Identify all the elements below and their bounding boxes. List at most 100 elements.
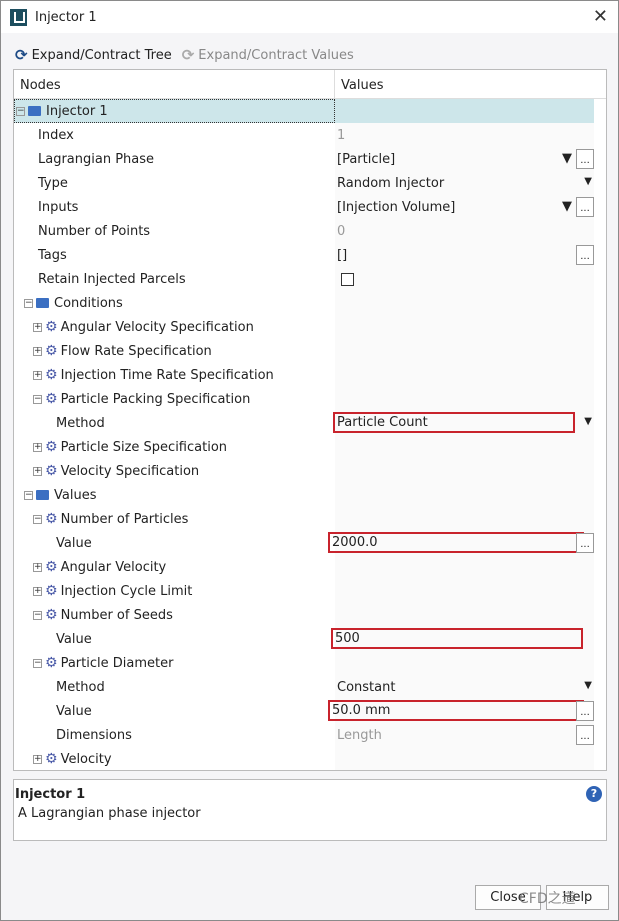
node-cell[interactable]: + ⚙ Velocity Specification <box>14 459 335 483</box>
expand-contract-values-button[interactable]: ⟳ Expand/Contract Values <box>182 46 354 64</box>
table-row[interactable]: + ⚙ Velocity <box>14 747 606 770</box>
highlighted-value-field[interactable]: 50.0 mm <box>328 700 584 721</box>
table-row[interactable]: Value 2000.0... <box>14 531 606 555</box>
value-cell[interactable] <box>335 603 594 627</box>
node-cell[interactable]: Value <box>14 699 335 723</box>
table-row[interactable]: − ⚙ Number of Seeds <box>14 603 606 627</box>
value-text[interactable]: [] <box>337 248 347 263</box>
table-row[interactable]: Value 50.0 mm... <box>14 699 606 723</box>
node-cell[interactable]: Retain Injected Parcels <box>14 267 335 291</box>
value-cell[interactable] <box>335 339 594 363</box>
node-cell[interactable]: Value <box>14 627 335 651</box>
value-cell[interactable]: 500 <box>331 627 594 651</box>
ellipsis-button[interactable]: ... <box>576 725 594 745</box>
value-cell[interactable]: 0 <box>335 219 594 243</box>
table-row[interactable]: + ⚙ Injection Cycle Limit <box>14 579 606 603</box>
collapse-toggle-icon[interactable]: − <box>24 490 33 500</box>
node-cell[interactable]: − ⚙ Particle Diameter <box>14 651 335 675</box>
table-row[interactable]: + ⚙ Angular Velocity Specification <box>14 315 606 339</box>
node-cell[interactable]: Tags <box>14 243 335 267</box>
table-row[interactable]: Inputs [Injection Volume] ▼... <box>14 195 606 219</box>
table-row[interactable]: Tags []... <box>14 243 606 267</box>
expand-toggle-icon[interactable]: + <box>33 346 42 356</box>
chevron-down-icon[interactable]: ▼ <box>584 176 592 187</box>
table-row[interactable]: + ⚙ Flow Rate Specification <box>14 339 606 363</box>
value-cell[interactable] <box>335 651 594 675</box>
value-cell[interactable] <box>335 579 594 603</box>
value-cell[interactable] <box>335 99 594 123</box>
help-icon[interactable]: ? <box>586 786 602 802</box>
node-cell[interactable]: + ⚙ Velocity <box>14 747 335 770</box>
ellipsis-button[interactable]: ... <box>576 149 594 169</box>
expand-toggle-icon[interactable]: + <box>33 466 42 476</box>
table-row[interactable]: Index 1 <box>14 123 606 147</box>
value-cell[interactable] <box>335 459 594 483</box>
value-cell[interactable] <box>335 315 594 339</box>
value-cell[interactable] <box>335 483 594 507</box>
value-cell[interactable] <box>335 507 594 531</box>
node-cell[interactable]: − ⚙ Number of Seeds <box>14 603 335 627</box>
value-cell[interactable] <box>335 435 594 459</box>
expand-toggle-icon[interactable]: + <box>33 586 42 596</box>
node-cell[interactable]: − ⚙ Particle Packing Specification <box>14 387 335 411</box>
table-row[interactable]: − ⚙ Number of Particles <box>14 507 606 531</box>
node-cell[interactable]: + ⚙ Angular Velocity <box>14 555 335 579</box>
ellipsis-button[interactable]: ... <box>576 533 594 553</box>
node-cell[interactable]: Method <box>14 675 335 699</box>
node-cell[interactable]: + ⚙ Flow Rate Specification <box>14 339 335 363</box>
value-cell[interactable]: 1 <box>335 123 594 147</box>
table-row[interactable]: − Conditions <box>14 291 606 315</box>
expand-toggle-icon[interactable]: + <box>33 322 42 332</box>
value-cell[interactable]: 50.0 mm... <box>328 699 594 723</box>
value-text[interactable]: Constant <box>337 680 395 695</box>
filter-icon[interactable]: ▼ <box>562 199 572 214</box>
node-cell[interactable]: + ⚙ Injection Time Rate Specification <box>14 363 335 387</box>
value-cell[interactable] <box>335 267 594 291</box>
expand-toggle-icon[interactable]: + <box>33 562 42 572</box>
collapse-toggle-icon[interactable]: − <box>33 394 42 404</box>
node-cell[interactable]: + ⚙ Angular Velocity Specification <box>14 315 335 339</box>
collapse-toggle-icon[interactable]: − <box>33 610 42 620</box>
table-row[interactable]: + ⚙ Angular Velocity <box>14 555 606 579</box>
value-cell[interactable] <box>335 291 594 315</box>
expand-toggle-icon[interactable]: + <box>33 370 42 380</box>
value-text[interactable]: Random Injector <box>337 176 444 191</box>
table-row[interactable]: + ⚙ Velocity Specification <box>14 459 606 483</box>
node-cell[interactable]: − Values <box>14 483 335 507</box>
node-cell[interactable]: Lagrangian Phase <box>14 147 335 171</box>
node-cell[interactable]: Type <box>14 171 335 195</box>
node-cell[interactable]: − Conditions <box>14 291 335 315</box>
table-row[interactable]: − ⚙ Particle Diameter <box>14 651 606 675</box>
highlighted-value-field[interactable]: 2000.0 <box>328 532 584 553</box>
value-cell[interactable]: [Injection Volume] ▼... <box>335 195 594 219</box>
node-cell[interactable]: Index <box>14 123 335 147</box>
collapse-toggle-icon[interactable]: − <box>33 514 42 524</box>
collapse-toggle-icon[interactable]: − <box>16 106 25 116</box>
node-cell[interactable]: Number of Points <box>14 219 335 243</box>
expand-toggle-icon[interactable]: + <box>33 442 42 452</box>
node-cell[interactable]: + ⚙ Particle Size Specification <box>14 435 335 459</box>
table-row[interactable]: + ⚙ Injection Time Rate Specification <box>14 363 606 387</box>
node-cell[interactable]: − Injector 1 <box>14 99 335 123</box>
value-cell[interactable]: 2000.0... <box>328 531 594 555</box>
column-header-nodes[interactable]: Nodes <box>14 70 335 98</box>
value-cell[interactable]: Random Injector ▼ <box>335 171 594 195</box>
highlighted-value-field[interactable]: Particle Count <box>333 412 575 433</box>
value-cell[interactable]: Particle Count ▼ <box>333 411 594 435</box>
collapse-toggle-icon[interactable]: − <box>33 658 42 668</box>
value-text[interactable]: [Particle] <box>337 152 395 167</box>
table-row[interactable]: Method Particle Count ▼ <box>14 411 606 435</box>
node-cell[interactable]: + ⚙ Injection Cycle Limit <box>14 579 335 603</box>
expand-contract-tree-button[interactable]: ⟳ Expand/Contract Tree <box>15 46 172 64</box>
chevron-down-icon[interactable]: ▼ <box>584 680 592 691</box>
table-row[interactable]: − Values <box>14 483 606 507</box>
ellipsis-button[interactable]: ... <box>576 245 594 265</box>
value-cell[interactable] <box>335 747 594 770</box>
collapse-toggle-icon[interactable]: − <box>24 298 33 308</box>
table-row[interactable]: Number of Points 0 <box>14 219 606 243</box>
value-cell[interactable] <box>335 363 594 387</box>
table-row[interactable]: Retain Injected Parcels <box>14 267 606 291</box>
node-cell[interactable]: Method <box>14 411 335 435</box>
table-row[interactable]: − Injector 1 <box>14 99 606 123</box>
value-cell[interactable]: [Particle] ▼... <box>335 147 594 171</box>
